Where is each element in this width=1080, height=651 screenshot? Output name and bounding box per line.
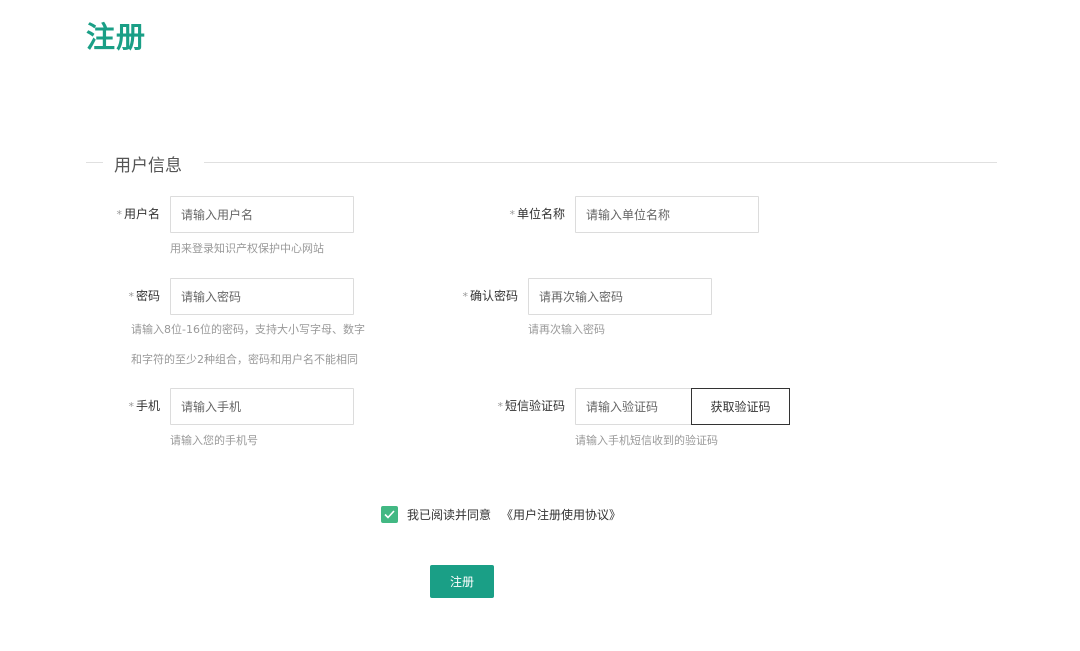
password-label: * 密码 (128, 278, 160, 314)
password-label-text: 密码 (135, 289, 160, 303)
section-user-info: 用户信息 (86, 150, 997, 176)
sms-code-label: * 短信验证码 (497, 388, 565, 424)
get-code-button[interactable]: 获取验证码 (691, 388, 790, 425)
legend-divider-right (204, 162, 997, 163)
register-button[interactable]: 注册 (430, 565, 494, 598)
sms-code-hint: 请输入手机短信收到的验证码 (575, 434, 718, 447)
required-mark: * (497, 400, 503, 413)
phone-hint: 请输入您的手机号 (170, 434, 258, 447)
password-input[interactable] (170, 278, 354, 315)
phone-label: * 手机 (128, 388, 160, 424)
required-mark: * (128, 400, 134, 413)
required-mark: * (128, 290, 134, 303)
sms-code-input[interactable] (575, 388, 692, 425)
checkmark-icon (384, 509, 395, 519)
section-legend: 用户信息 (114, 156, 182, 176)
confirm-password-label: * 确认密码 (462, 278, 518, 314)
agreement-row: 我已阅读并同意 《用户注册使用协议》 (381, 505, 621, 523)
agreement-checkbox[interactable] (381, 505, 398, 523)
confirm-password-label-text: 确认密码 (469, 289, 518, 303)
confirm-password-input[interactable] (528, 278, 712, 315)
required-mark: * (509, 208, 515, 221)
page-title: 注册 (86, 20, 147, 54)
password-hint-line2: 和字符的至少2种组合，密码和用户名不能相同 (131, 353, 358, 366)
agreement-link[interactable]: 《用户注册使用协议》 (501, 506, 621, 523)
required-mark: * (462, 290, 468, 303)
phone-input[interactable] (170, 388, 354, 425)
confirm-password-hint: 请再次输入密码 (528, 323, 605, 336)
sms-code-label-text: 短信验证码 (504, 399, 565, 413)
password-hint-line1: 请输入8位-16位的密码，支持大小写字母、数字 (131, 323, 365, 336)
required-mark: * (116, 208, 122, 221)
username-label: * 用户名 (116, 196, 160, 232)
username-label-text: 用户名 (123, 207, 160, 221)
org-name-label: * 单位名称 (509, 196, 565, 232)
username-input[interactable] (170, 196, 354, 233)
org-name-input[interactable] (575, 196, 759, 233)
agreement-text: 我已阅读并同意 (407, 507, 492, 522)
username-hint: 用来登录知识产权保护中心网站 (170, 242, 324, 255)
legend-divider-left (86, 162, 103, 163)
org-name-label-text: 单位名称 (516, 207, 565, 221)
phone-label-text: 手机 (135, 399, 160, 413)
